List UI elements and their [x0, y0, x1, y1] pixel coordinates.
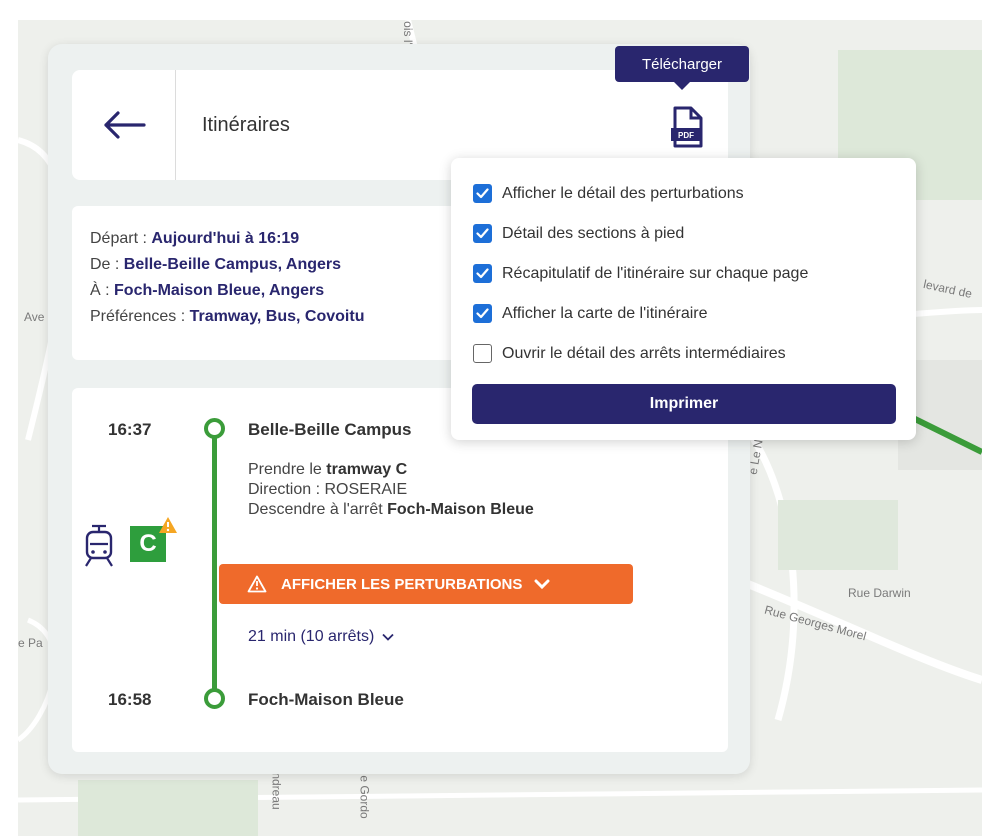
checkmark-icon: [476, 188, 489, 199]
print-option[interactable]: Récapitulatif de l'itinéraire sur chaque…: [473, 264, 808, 283]
alight-value: Foch-Maison Bleue: [387, 501, 534, 518]
journey-leg: 16:37 Belle-Beille Campus Prendre le tra…: [72, 388, 728, 752]
map-label-rue-darwin: Rue Darwin: [848, 586, 911, 600]
duration-text: 21 min (10 arrêts): [248, 628, 375, 645]
checkbox-checked[interactable]: [473, 264, 492, 283]
take-value: tramway C: [326, 461, 408, 478]
from-value: Belle-Beille Campus, Angers: [123, 256, 342, 273]
checkbox-checked[interactable]: [473, 224, 492, 243]
warning-icon: [159, 517, 177, 533]
take-line-text: Prendre le tramway C: [248, 460, 534, 480]
print-option[interactable]: Afficher le détail des perturbations: [473, 184, 744, 203]
departure-time: 16:37: [108, 420, 152, 439]
map-label-pa: e Pa: [18, 636, 43, 650]
map-label-top: ois l': [400, 21, 415, 45]
intermediate-stops-toggle[interactable]: 21 min (10 arrêts): [248, 628, 394, 646]
tram-icon: [85, 524, 113, 567]
print-option[interactable]: Afficher la carte de l'itinéraire: [473, 304, 708, 323]
chevron-down-icon: [382, 633, 394, 641]
from-label: De :: [90, 256, 124, 273]
leg-instructions: Prendre le tramway C Direction : ROSERAI…: [248, 460, 534, 520]
checkmark-icon: [476, 268, 489, 279]
map-label-bottom-2: e Gordo: [357, 775, 372, 819]
print-option-label: Afficher le détail des perturbations: [502, 184, 744, 202]
take-prefix: Prendre le: [248, 461, 327, 478]
route-line: [212, 436, 217, 696]
warning-outline-icon: [247, 575, 267, 593]
checkmark-icon: [476, 308, 489, 319]
print-button[interactable]: Imprimer: [472, 384, 896, 424]
pdf-icon-label: PDF: [678, 131, 694, 140]
map-label-ave: Ave: [24, 310, 45, 324]
preferences-value: Tramway, Bus, Covoitu: [189, 308, 365, 325]
show-perturbations-button[interactable]: AFFICHER LES PERTURBATIONS: [219, 564, 633, 604]
pdf-file-icon: PDF: [671, 106, 703, 148]
to-value: Foch-Maison Bleue, Angers: [114, 282, 325, 299]
departure-label: Départ :: [90, 230, 152, 247]
print-option-label: Détail des sections à pied: [502, 224, 685, 242]
end-stop-dot: [204, 688, 225, 709]
preferences-label: Préférences :: [90, 308, 190, 325]
download-pdf-button[interactable]: PDF: [667, 106, 707, 148]
page-title: Itinéraires: [202, 114, 290, 136]
chevron-down-icon: [534, 579, 550, 590]
print-option[interactable]: Ouvrir le détail des arrêts intermédiair…: [473, 344, 786, 363]
print-option-label: Afficher la carte de l'itinéraire: [502, 304, 708, 322]
print-options-menu: Afficher le détail des perturbations Déta…: [451, 158, 916, 440]
print-option-label: Récapitulatif de l'itinéraire sur chaque…: [502, 264, 809, 282]
print-option-label: Ouvrir le détail des arrêts intermédiair…: [502, 344, 786, 362]
start-stop-dot: [204, 418, 225, 439]
alight-prefix: Descendre à l'arrêt: [248, 501, 388, 518]
end-stop-name: Foch-Maison Bleue: [248, 690, 404, 709]
start-stop-name: Belle-Beille Campus: [248, 420, 412, 439]
back-button[interactable]: [72, 70, 176, 180]
download-tooltip: Télécharger: [615, 46, 749, 90]
checkmark-icon: [476, 228, 489, 239]
direction-text: Direction : ROSERAIE: [248, 481, 408, 498]
checkbox-checked[interactable]: [473, 184, 492, 203]
checkbox-unchecked[interactable]: [473, 344, 492, 363]
print-option[interactable]: Détail des sections à pied: [473, 224, 684, 243]
alight-text: Descendre à l'arrêt Foch-Maison Bleue: [248, 500, 534, 520]
checkbox-checked[interactable]: [473, 304, 492, 323]
arrow-left-icon: [103, 111, 146, 139]
perturbations-label: AFFICHER LES PERTURBATIONS: [281, 575, 523, 593]
arrival-time: 16:58: [108, 690, 152, 709]
departure-value: Aujourd'hui à 16:19: [151, 230, 300, 247]
to-label: À :: [90, 282, 115, 299]
map-label-bottom-1: ndreau: [269, 772, 284, 810]
